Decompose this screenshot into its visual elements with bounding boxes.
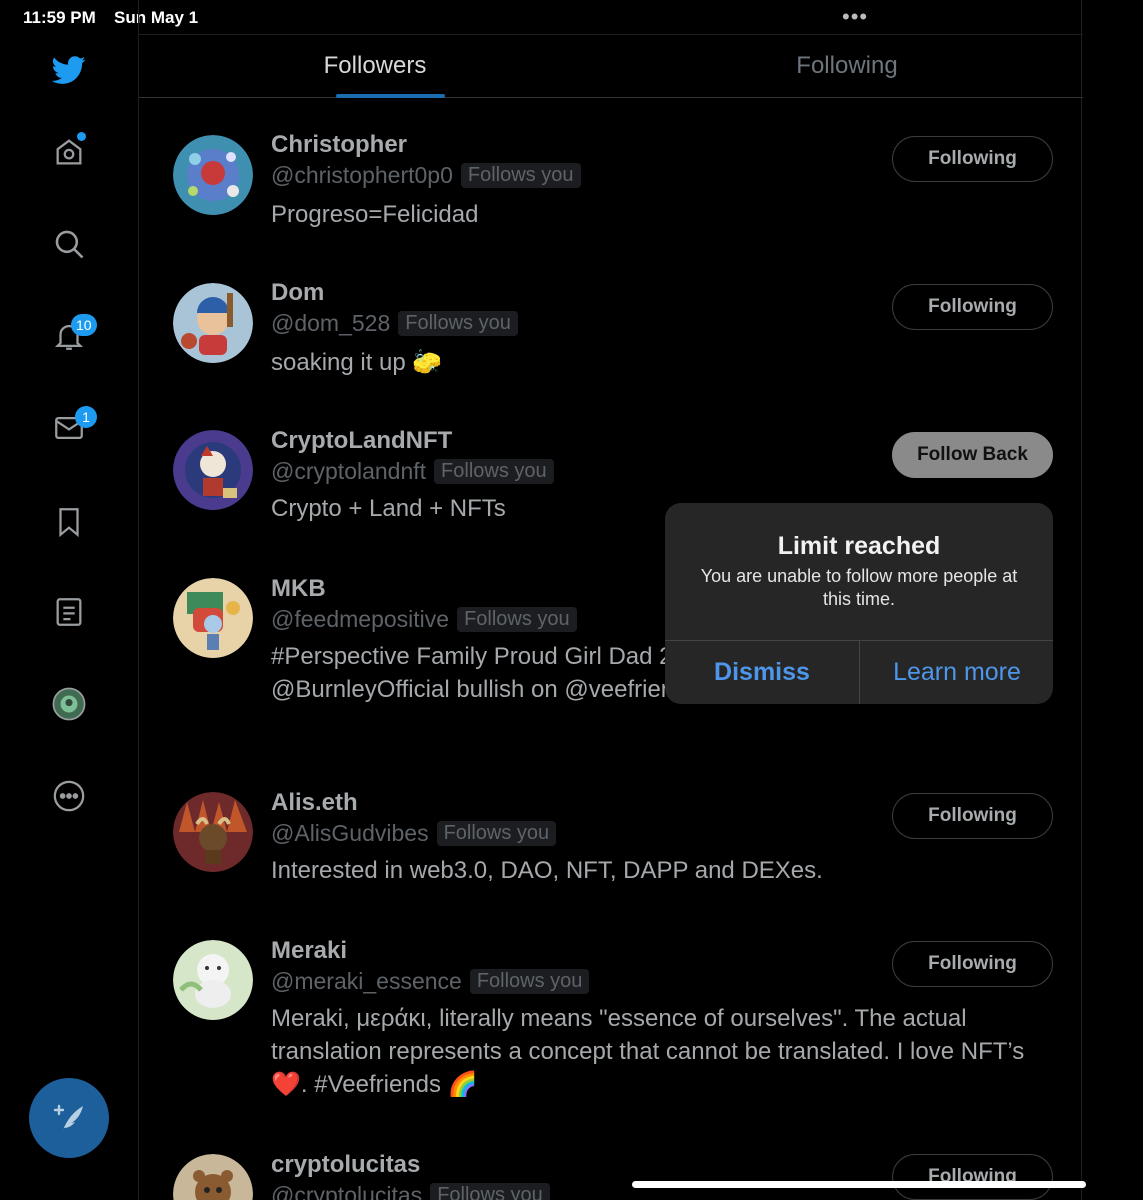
follower-bio: Interested in web3.0, DAO, NFT, DAPP and… [271,857,823,884]
alert-message: You are unable to follow more people at … [700,566,1018,609]
follower-handle[interactable]: @christophert0p0 [271,162,453,188]
follower-handle-line: @feedmepositive Follows you [271,606,577,633]
status-time: 11:59 PM [23,8,96,27]
follower-handle[interactable]: @meraki_essence [271,968,462,994]
follower-name[interactable]: Dom [271,279,324,307]
follower-handle[interactable]: @AlisGudvibes [271,820,429,846]
follower-name[interactable]: Alis.eth [271,789,358,817]
messages-badge: 1 [75,406,97,428]
alert-title: Limit reached [777,532,941,560]
avatar[interactable] [173,135,253,215]
follow-back-button[interactable]: Follow Back [892,432,1053,478]
follower-bio: soaking it up 🧽 [271,349,443,376]
following-button[interactable]: Following [892,941,1053,987]
home-unread-dot [77,132,86,141]
follows-you-badge: Follows you [460,163,581,188]
mail-icon[interactable]: 1 [47,406,97,450]
learn-more-button[interactable]: Learn more [860,641,1053,704]
follower-name[interactable]: cryptolucitas [271,1151,420,1179]
follower-handle[interactable]: @feedmepositive [271,606,449,632]
follower-name[interactable]: Christopher [271,131,407,159]
follower-bio: Meraki, μεράκι, literally means "essence… [271,1005,1025,1098]
follows-you-badge: Follows you [398,311,518,336]
tab-bar: Followers Following [139,34,1083,98]
following-button[interactable]: Following [892,284,1053,330]
follows-you-badge: Follows you [457,607,577,632]
follows-you-badge: Follows you [436,821,557,846]
bookmark-icon[interactable] [47,500,91,544]
search-icon[interactable] [47,222,91,266]
avatar[interactable] [173,940,253,1020]
follower-name[interactable]: Meraki [271,937,347,965]
follower-handle[interactable]: @cryptolandnft [271,458,426,484]
list-icon[interactable] [47,590,91,634]
follows-you-badge: Follows you [469,969,590,994]
avatar[interactable] [173,283,253,363]
compose-tweet-button[interactable] [29,1078,109,1158]
follower-handle[interactable]: @dom_528 [271,310,390,336]
tab-followers[interactable]: Followers [139,35,611,99]
avatar[interactable] [173,792,253,872]
following-button[interactable]: Following [892,1154,1053,1200]
avatar[interactable] [173,430,253,510]
follows-you-badge: Follows you [430,1183,550,1200]
following-button[interactable]: Following [892,793,1053,839]
follower-name[interactable]: CryptoLandNFT [271,427,452,455]
more-circle-icon[interactable] [47,774,91,818]
dismiss-button[interactable]: Dismiss [665,641,859,704]
twitter-bird-icon[interactable] [47,48,91,92]
follower-handle-line: @cryptolucitas Follows you [271,1182,550,1200]
following-button[interactable]: Following [892,136,1053,182]
sidebar-nav: 10 1 [0,34,138,1200]
follows-you-badge: Follows you [434,459,554,484]
home-icon[interactable] [47,130,91,174]
compose-feather-icon [53,1104,83,1130]
follower-name[interactable]: MKB [271,575,326,603]
bell-icon[interactable]: 10 [47,314,97,358]
limit-reached-alert: Limit reached You are unable to follow m… [665,503,1053,704]
follower-handle-line: @christophert0p0 Follows you [271,162,581,189]
follower-handle-line: @cryptolandnft Follows you [271,458,554,485]
home-indicator[interactable] [632,1181,1086,1188]
avatar[interactable] [173,1154,253,1200]
follower-handle-line: @dom_528 Follows you [271,310,518,337]
follower-handle[interactable]: @cryptolucitas [271,1182,422,1200]
active-tab-indicator [336,94,445,98]
avatar[interactable] [173,578,253,658]
follower-handle-line: @AlisGudvibes Follows you [271,820,557,847]
tab-following[interactable]: Following [611,35,1083,99]
follower-handle-line: @meraki_essence Follows you [271,968,590,995]
avatar-icon[interactable] [47,682,91,726]
follower-bio: Progreso=Felicidad [271,201,479,228]
notifications-badge: 10 [71,314,97,336]
